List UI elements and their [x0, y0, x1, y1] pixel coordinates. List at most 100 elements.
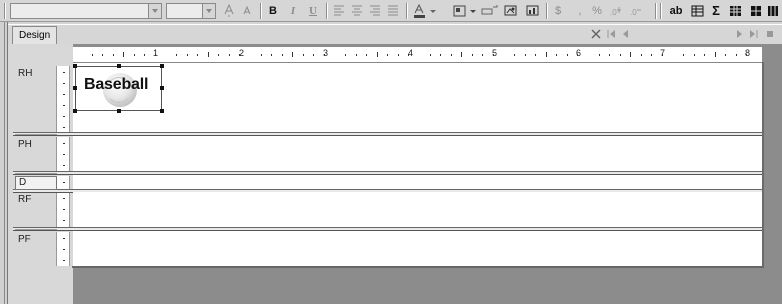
font-name-combo[interactable]: [10, 3, 162, 19]
last-page-icon[interactable]: [749, 28, 759, 44]
ruler-tick: [429, 54, 431, 56]
font-color-icon[interactable]: [412, 3, 428, 19]
border-icon[interactable]: [481, 3, 499, 19]
table-columns-icon[interactable]: [766, 3, 780, 19]
ruler-tick: [102, 54, 104, 56]
resize-handle-right[interactable]: [160, 86, 164, 90]
band-label-ph[interactable]: PH: [18, 139, 32, 151]
next-page-icon[interactable]: [736, 28, 744, 44]
prev-page-icon[interactable]: [621, 28, 629, 44]
band-report-header[interactable]: [73, 63, 762, 132]
font-size-dropdown-button[interactable]: [202, 4, 215, 18]
ruler-mark-1: 1: [153, 48, 159, 58]
vertical-ruler-tick: [63, 105, 65, 106]
ruler-tick: [176, 54, 178, 56]
close-icon[interactable]: [591, 28, 601, 44]
ruler-tick: [661, 54, 663, 56]
resize-handle-bottom[interactable]: [117, 109, 121, 113]
font-name-dropdown-button[interactable]: [148, 4, 161, 18]
fill-color-dropdown-button[interactable]: [469, 3, 477, 19]
vertical-ruler-page-footer: [56, 232, 70, 266]
svg-text:.0: .0: [630, 8, 637, 17]
grid-icon[interactable]: [690, 3, 706, 19]
band-detail[interactable]: [73, 175, 762, 189]
band-page-header[interactable]: [73, 136, 762, 171]
vertical-ruler-report-header: [56, 66, 70, 132]
ruler-tick: [598, 54, 600, 56]
currency-button[interactable]: $: [551, 3, 565, 19]
textbox-button[interactable]: ab: [667, 3, 685, 19]
vertical-ruler-tick: [63, 198, 65, 199]
resize-handle-top-right[interactable]: [160, 64, 164, 68]
vertical-ruler-tick: [63, 209, 65, 210]
ruler-tick: [651, 54, 653, 56]
percent-button[interactable]: %: [590, 3, 604, 19]
resize-handle-bottom-left[interactable]: [73, 109, 77, 113]
align-left-icon[interactable]: [332, 3, 346, 19]
ruler-tick: [260, 54, 262, 56]
vertical-ruler-detail: [56, 176, 70, 189]
vertical-ruler-tick: [63, 182, 65, 183]
table-icon[interactable]: [728, 3, 744, 19]
stop-icon[interactable]: [765, 28, 775, 44]
bold-button[interactable]: B: [266, 3, 280, 19]
ruler-tick: [461, 52, 463, 57]
ruler-tick: [376, 52, 378, 57]
underline-button[interactable]: U: [306, 3, 320, 19]
ruler-tick: [292, 52, 294, 57]
ruler-tick: [133, 54, 135, 56]
band-label-rh[interactable]: RH: [18, 68, 32, 80]
band-label-d[interactable]: D: [15, 176, 57, 190]
resize-handle-bottom-right[interactable]: [160, 109, 164, 113]
ruler-tick: [545, 52, 547, 57]
vertical-ruler-report-footer: [56, 192, 70, 227]
italic-button[interactable]: I: [286, 3, 300, 19]
report-bottom-border: [72, 266, 763, 268]
ruler-tick: [218, 54, 220, 56]
ruler-tick: [566, 54, 568, 56]
justify-icon[interactable]: [386, 3, 400, 19]
resize-handle-top-left[interactable]: [73, 64, 77, 68]
comma-style-button[interactable]: ,: [575, 3, 585, 19]
ruler-tick: [397, 54, 399, 56]
ruler-mark-5: 5: [492, 48, 498, 58]
align-center-icon[interactable]: [350, 3, 364, 19]
decrease-decimal-icon[interactable]: .0: [629, 3, 645, 19]
align-right-icon[interactable]: [368, 3, 382, 19]
ruler-tick: [144, 54, 146, 56]
band-page-footer[interactable]: [73, 231, 762, 266]
tab-design[interactable]: Design: [12, 26, 58, 44]
ruler-tick: [112, 54, 114, 56]
band-label-pf[interactable]: PF: [18, 234, 31, 246]
resize-handle-top[interactable]: [117, 64, 121, 68]
increase-decimal-icon[interactable]: .0: [609, 3, 625, 19]
picture-control-baseball[interactable]: Baseball: [73, 64, 164, 113]
font-color-dropdown-button[interactable]: [429, 3, 437, 19]
chart-icon[interactable]: [525, 3, 541, 19]
font-size-combo[interactable]: [166, 3, 216, 19]
ruler-tick: [482, 54, 484, 56]
ruler-tick: [524, 54, 526, 56]
table-rows-icon[interactable]: [749, 3, 763, 19]
band-report-footer[interactable]: [73, 192, 762, 227]
insert-image-icon[interactable]: [503, 3, 519, 19]
toolbar-grip[interactable]: [4, 3, 6, 19]
band-label-rf[interactable]: RF: [18, 194, 31, 206]
ruler-tick: [450, 54, 452, 56]
vertical-ruler-page-header: [56, 137, 70, 171]
fill-color-icon[interactable]: [453, 3, 467, 19]
band-label-divider: [15, 134, 57, 135]
band-label-divider: [15, 229, 57, 230]
first-page-icon[interactable]: [606, 28, 616, 44]
sum-button[interactable]: Σ: [709, 3, 723, 19]
ruler-tick: [366, 54, 368, 56]
ruler-tick: [91, 54, 93, 56]
resize-handle-left[interactable]: [73, 86, 77, 90]
ruler-tick: [514, 54, 516, 56]
font-grow-icon[interactable]: [222, 3, 236, 19]
ruler-tick: [640, 54, 642, 56]
ruler-tick: [704, 54, 706, 56]
ruler-tick: [186, 54, 188, 56]
font-shrink-icon[interactable]: [240, 3, 254, 19]
vertical-ruler-tick: [63, 94, 65, 95]
